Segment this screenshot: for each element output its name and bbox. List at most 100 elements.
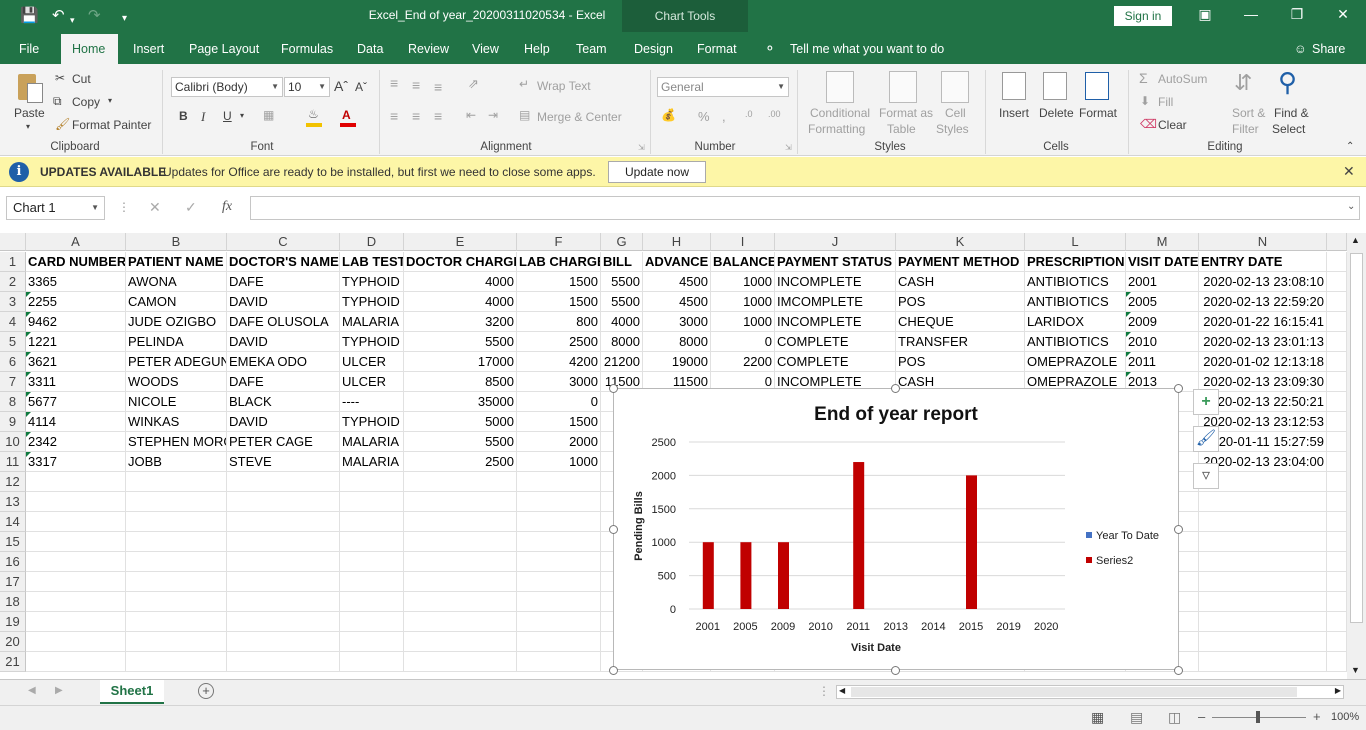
table-cell[interactable]: MALARIA — [340, 452, 404, 472]
table-cell[interactable]: OMEPRAZOLE — [1025, 352, 1126, 372]
column-header-k[interactable]: K — [896, 233, 1025, 251]
header-cell[interactable]: ENTRY DATE — [1199, 252, 1327, 272]
tab-view[interactable]: View — [472, 42, 499, 56]
clear-button[interactable]: Clear — [1158, 118, 1187, 132]
header-cell[interactable]: DOCTOR'S NAME — [227, 252, 340, 272]
row-header-3[interactable]: 3 — [0, 292, 26, 312]
empty-cell[interactable] — [1199, 492, 1327, 512]
row-header-17[interactable]: 17 — [0, 572, 26, 592]
table-cell[interactable]: 2500 — [404, 452, 517, 472]
table-cell[interactable]: 2500 — [517, 332, 601, 352]
accounting-format-icon[interactable]: 💰 — [661, 108, 676, 122]
align-bottom-icon[interactable]: ≡ — [434, 79, 442, 95]
table-cell[interactable]: 4000 — [601, 312, 643, 332]
table-cell[interactable]: 2020-01-22 16:15:41 — [1199, 312, 1327, 332]
restore-icon[interactable]: ❐ — [1282, 6, 1312, 23]
page-break-view-icon[interactable]: ◫ — [1168, 709, 1181, 726]
decrease-indent-icon[interactable]: ⇤ — [466, 108, 476, 122]
empty-cell[interactable] — [1327, 432, 1347, 452]
table-cell[interactable]: 5000 — [404, 412, 517, 432]
table-cell[interactable]: 1000 — [711, 312, 775, 332]
empty-cell[interactable] — [1327, 332, 1347, 352]
table-cell[interactable]: 800 — [517, 312, 601, 332]
row-header-5[interactable]: 5 — [0, 332, 26, 352]
empty-cell[interactable] — [1327, 592, 1347, 612]
header-cell[interactable]: BILL — [601, 252, 643, 272]
zoom-level[interactable]: 100% — [1331, 711, 1359, 723]
align-left-icon[interactable]: ≡ — [390, 108, 398, 124]
row-header-11[interactable]: 11 — [0, 452, 26, 472]
table-cell[interactable]: POS — [896, 292, 1025, 312]
table-cell[interactable]: WINKAS — [126, 412, 227, 432]
table-cell[interactable]: CHEQUE — [896, 312, 1025, 332]
empty-cell[interactable] — [1327, 312, 1347, 332]
table-cell[interactable]: DAFE — [227, 272, 340, 292]
column-header-b[interactable]: B — [126, 233, 227, 251]
table-cell[interactable]: 3621 — [26, 352, 126, 372]
tab-formulas[interactable]: Formulas — [281, 42, 333, 56]
table-cell[interactable]: TYPHOID — [340, 412, 404, 432]
resize-handle-nw[interactable] — [609, 384, 618, 393]
row-header-6[interactable]: 6 — [0, 352, 26, 372]
borders-icon[interactable]: ▦ — [263, 108, 274, 122]
row-header-20[interactable]: 20 — [0, 632, 26, 652]
empty-cell[interactable] — [340, 612, 404, 632]
table-cell[interactable]: ---- — [340, 392, 404, 412]
resize-handle-w[interactable] — [609, 525, 618, 534]
empty-cell[interactable] — [126, 572, 227, 592]
column-header-g[interactable]: G — [601, 233, 643, 251]
dialog-launcher-icon[interactable]: ⇲ — [785, 143, 792, 152]
table-cell[interactable]: 3311 — [26, 372, 126, 392]
underline-icon[interactable]: U — [223, 109, 232, 123]
resize-handle-n[interactable] — [891, 384, 900, 393]
table-cell[interactable]: 2255 — [26, 292, 126, 312]
empty-cell[interactable] — [227, 612, 340, 632]
bold-icon[interactable]: B — [179, 109, 188, 123]
header-cell[interactable]: VISIT DATE — [1126, 252, 1199, 272]
orientation-icon[interactable]: ⇗ — [468, 76, 479, 92]
resize-handle-sw[interactable] — [609, 666, 618, 675]
select-all-corner[interactable] — [0, 233, 26, 251]
empty-cell[interactable] — [227, 472, 340, 492]
row-header-9[interactable]: 9 — [0, 412, 26, 432]
empty-cell[interactable] — [1327, 492, 1347, 512]
underline-dropdown-icon[interactable]: ▾ — [240, 111, 244, 120]
empty-cell[interactable] — [1327, 632, 1347, 652]
table-cell[interactable]: DAFE OLUSOLA — [227, 312, 340, 332]
chart-filters-button[interactable]: ▿ — [1193, 463, 1219, 489]
table-cell[interactable]: 1221 — [26, 332, 126, 352]
collapse-ribbon-icon[interactable]: ⌃ — [1346, 141, 1354, 152]
cell-styles-label-2[interactable]: Styles — [936, 122, 969, 136]
table-cell[interactable]: IMCOMPLETE — [775, 292, 896, 312]
align-right-icon[interactable]: ≡ — [434, 108, 442, 124]
empty-cell[interactable] — [26, 532, 126, 552]
header-cell[interactable]: PRESCRIPTION — [1025, 252, 1126, 272]
table-cell[interactable]: 2020-02-13 23:01:13 — [1199, 332, 1327, 352]
empty-cell[interactable] — [227, 492, 340, 512]
table-cell[interactable]: 1500 — [517, 292, 601, 312]
table-cell[interactable]: 8500 — [404, 372, 517, 392]
table-cell[interactable]: 3317 — [26, 452, 126, 472]
table-cell[interactable]: PETER ADEGUN — [126, 352, 227, 372]
table-cell[interactable]: ANTIBIOTICS — [1025, 292, 1126, 312]
empty-cell[interactable] — [26, 612, 126, 632]
empty-cell[interactable] — [126, 472, 227, 492]
prev-sheet-icon[interactable]: ◀ — [28, 685, 36, 696]
table-cell[interactable]: 5677 — [26, 392, 126, 412]
header-cell[interactable]: PAYMENT STATUS — [775, 252, 896, 272]
table-cell[interactable]: JUDE OZIGBO — [126, 312, 227, 332]
sort-filter-label-2[interactable]: Filter — [1232, 122, 1259, 136]
table-cell[interactable]: NICOLE — [126, 392, 227, 412]
row-header-2[interactable]: 2 — [0, 272, 26, 292]
table-cell[interactable]: BLACK — [227, 392, 340, 412]
empty-cell[interactable] — [26, 592, 126, 612]
table-cell[interactable]: TYPHOID — [340, 272, 404, 292]
empty-cell[interactable] — [1199, 632, 1327, 652]
empty-cell[interactable] — [340, 572, 404, 592]
table-cell[interactable]: COMPLETE — [775, 352, 896, 372]
table-cell[interactable]: 3000 — [643, 312, 711, 332]
empty-cell[interactable] — [227, 652, 340, 672]
decrease-decimal-icon[interactable]: .00 — [768, 109, 781, 119]
grow-font-icon[interactable]: Aˆ — [334, 78, 348, 94]
align-top-icon[interactable]: ≡ — [390, 75, 398, 91]
